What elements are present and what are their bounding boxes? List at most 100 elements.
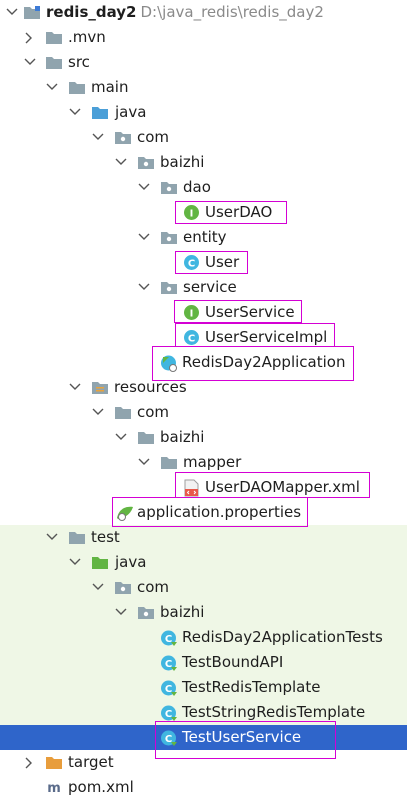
package-icon bbox=[160, 179, 177, 196]
excluded-folder-icon bbox=[45, 754, 62, 771]
tree-label-test-baizhi: baizhi bbox=[160, 603, 205, 621]
tree-node-com[interactable]: com bbox=[0, 125, 407, 150]
chevron-right-icon[interactable] bbox=[22, 750, 38, 775]
folder-icon bbox=[68, 79, 85, 96]
test-class-icon: C bbox=[160, 629, 177, 646]
chevron-down-icon[interactable] bbox=[44, 75, 60, 100]
tree-label-baizhi: baizhi bbox=[160, 153, 205, 171]
package-icon bbox=[160, 279, 177, 296]
tree-label-test-java: java bbox=[115, 553, 147, 571]
chevron-down-icon[interactable] bbox=[4, 0, 20, 25]
tree-label-res-com: com bbox=[137, 403, 170, 421]
chevron-down-icon[interactable] bbox=[136, 175, 152, 200]
project-tree: redis_day2 D:\java_redis\redis_day2 .mvn … bbox=[0, 0, 407, 796]
tree-node-project-root[interactable]: redis_day2 D:\java_redis\redis_day2 bbox=[0, 0, 407, 25]
chevron-down-icon[interactable] bbox=[113, 600, 129, 625]
highlight-box bbox=[112, 497, 308, 527]
tree-node-entity[interactable]: entity bbox=[0, 225, 407, 250]
highlight-box bbox=[175, 251, 248, 274]
chevron-down-icon[interactable] bbox=[90, 575, 106, 600]
tree-node-java[interactable]: java bbox=[0, 100, 407, 125]
tree-label-com: com bbox=[137, 128, 170, 146]
svg-text:C: C bbox=[165, 659, 172, 670]
package-icon bbox=[137, 154, 154, 171]
tree-node-baizhi[interactable]: baizhi bbox=[0, 150, 407, 175]
test-source-folder-icon bbox=[91, 554, 108, 571]
chevron-down-icon[interactable] bbox=[113, 425, 129, 450]
tree-label-target: target bbox=[68, 753, 114, 771]
chevron-down-icon[interactable] bbox=[113, 150, 129, 175]
highlight-box bbox=[155, 721, 336, 759]
tree-label-main: main bbox=[91, 78, 129, 96]
chevron-down-icon[interactable] bbox=[44, 525, 60, 550]
folder-icon bbox=[114, 404, 131, 421]
package-icon bbox=[114, 579, 131, 596]
tree-label-mvn: .mvn bbox=[68, 28, 106, 46]
project-path: D:\java_redis\redis_day2 bbox=[140, 3, 324, 21]
chevron-down-icon[interactable] bbox=[67, 550, 83, 575]
folder-icon bbox=[23, 4, 40, 21]
source-folder-icon bbox=[91, 104, 108, 121]
tree-label-dao: dao bbox=[183, 178, 211, 196]
resources-folder-icon bbox=[91, 379, 108, 396]
chevron-right-icon[interactable] bbox=[22, 25, 38, 50]
tree-node-test-java[interactable]: java bbox=[0, 550, 407, 575]
project-name: redis_day2 D:\java_redis\redis_day2 bbox=[46, 1, 324, 23]
svg-text:m: m bbox=[47, 781, 61, 796]
tree-label-test-item: RedisDay2ApplicationTests bbox=[182, 628, 383, 646]
tree-label-src: src bbox=[68, 53, 90, 71]
test-class-icon: C bbox=[160, 704, 177, 721]
svg-text:C: C bbox=[165, 634, 172, 645]
tree-node-test[interactable]: test bbox=[0, 525, 407, 550]
tree-node-res-baizhi[interactable]: baizhi bbox=[0, 425, 407, 450]
tree-node-service[interactable]: service bbox=[0, 275, 407, 300]
tree-label-test: test bbox=[91, 528, 120, 546]
tree-label-test-item: TestStringRedisTemplate bbox=[182, 703, 366, 721]
chevron-down-icon[interactable] bbox=[90, 125, 106, 150]
tree-node-test-class[interactable]: C RedisDay2ApplicationTests bbox=[0, 625, 407, 650]
test-class-icon: C bbox=[160, 654, 177, 671]
package-icon bbox=[160, 229, 177, 246]
tree-node-src[interactable]: src bbox=[0, 50, 407, 75]
folder-icon bbox=[45, 29, 62, 46]
tree-label-service: service bbox=[183, 278, 237, 296]
chevron-down-icon[interactable] bbox=[67, 100, 83, 125]
highlight-box bbox=[175, 472, 370, 498]
project-name-text: redis_day2 bbox=[46, 3, 137, 21]
tree-node-res-com[interactable]: com bbox=[0, 400, 407, 425]
tree-node-test-class[interactable]: C TestBoundAPI bbox=[0, 650, 407, 675]
svg-text:C: C bbox=[165, 709, 172, 720]
tree-label-mapper: mapper bbox=[183, 453, 242, 471]
tree-node-dao[interactable]: dao bbox=[0, 175, 407, 200]
tree-label-test-item: TestRedisTemplate bbox=[182, 678, 321, 696]
tree-node-mvn[interactable]: .mvn bbox=[0, 25, 407, 50]
folder-icon bbox=[68, 529, 85, 546]
highlight-box bbox=[175, 201, 287, 224]
tree-label-test-item: TestBoundAPI bbox=[182, 653, 284, 671]
tree-node-main[interactable]: main bbox=[0, 75, 407, 100]
tree-label-test-com: com bbox=[137, 578, 170, 596]
chevron-down-icon[interactable] bbox=[136, 225, 152, 250]
package-icon bbox=[114, 129, 131, 146]
package-icon bbox=[137, 604, 154, 621]
chevron-down-icon[interactable] bbox=[90, 400, 106, 425]
chevron-down-icon[interactable] bbox=[136, 450, 152, 475]
folder-icon bbox=[160, 454, 177, 471]
tree-node-test-com[interactable]: com bbox=[0, 575, 407, 600]
test-class-icon: C bbox=[160, 679, 177, 696]
tree-node-test-baizhi[interactable]: baizhi bbox=[0, 600, 407, 625]
tree-node-test-class[interactable]: C TestRedisTemplate bbox=[0, 675, 407, 700]
folder-icon bbox=[45, 54, 62, 71]
highlight-box bbox=[175, 323, 335, 347]
tree-label-java: java bbox=[115, 103, 147, 121]
highlight-box bbox=[152, 346, 354, 381]
highlight-box bbox=[174, 300, 302, 323]
tree-label-pom: pom.xml bbox=[68, 778, 134, 796]
chevron-down-icon[interactable] bbox=[22, 50, 38, 75]
chevron-down-icon[interactable] bbox=[136, 275, 152, 300]
tree-label-res-baizhi: baizhi bbox=[160, 428, 205, 446]
tree-label-entity: entity bbox=[183, 228, 227, 246]
chevron-down-icon[interactable] bbox=[67, 375, 83, 400]
folder-icon bbox=[137, 429, 154, 446]
svg-text:C: C bbox=[165, 684, 172, 695]
